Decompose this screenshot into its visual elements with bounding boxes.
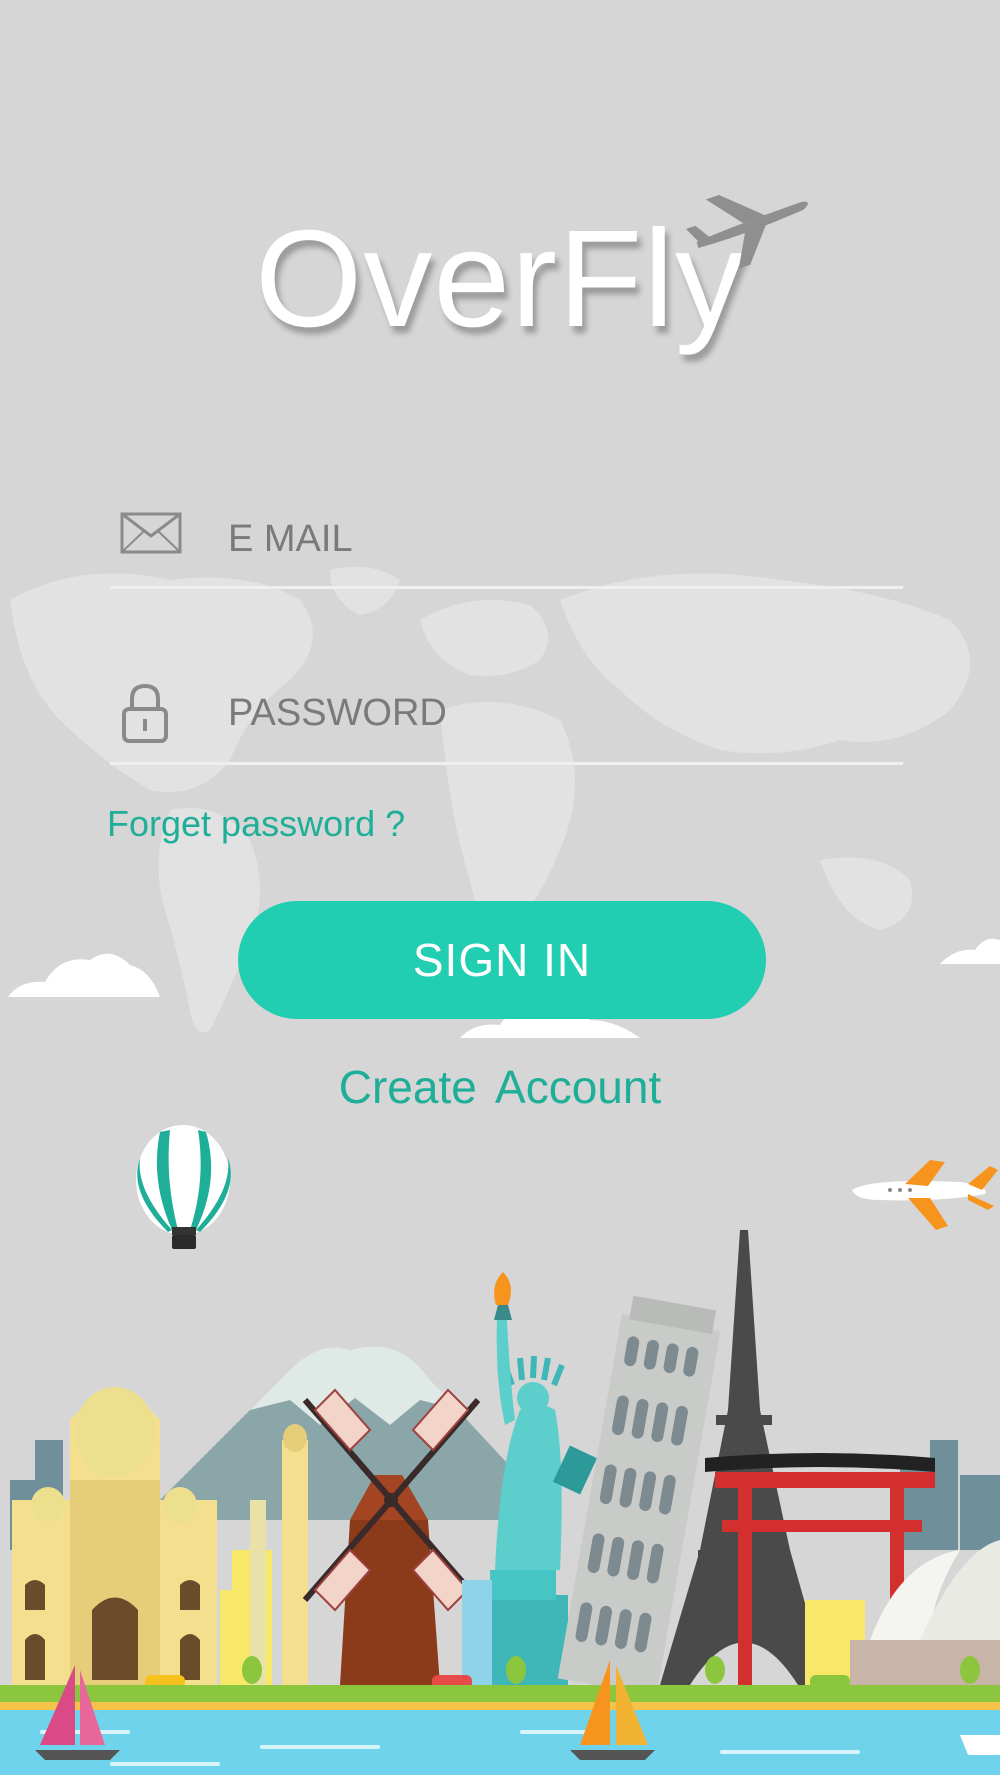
password-row — [110, 667, 903, 759]
forgot-password-link[interactable]: Forget password ? — [107, 803, 405, 845]
email-row — [110, 493, 903, 585]
travel-landmarks-illustration — [0, 1125, 1000, 1775]
hot-air-balloon-icon — [136, 1125, 231, 1249]
envelope-icon — [120, 512, 182, 554]
email-underline — [110, 586, 903, 589]
app-logo: OverFly — [255, 202, 745, 356]
sign-in-button[interactable]: SIGN IN — [238, 901, 766, 1019]
password-underline — [110, 762, 903, 765]
airplane-illustration — [852, 1160, 998, 1230]
password-field[interactable] — [226, 667, 890, 759]
email-field[interactable] — [226, 493, 890, 585]
lock-icon — [122, 683, 168, 743]
airplane-icon — [686, 195, 808, 269]
